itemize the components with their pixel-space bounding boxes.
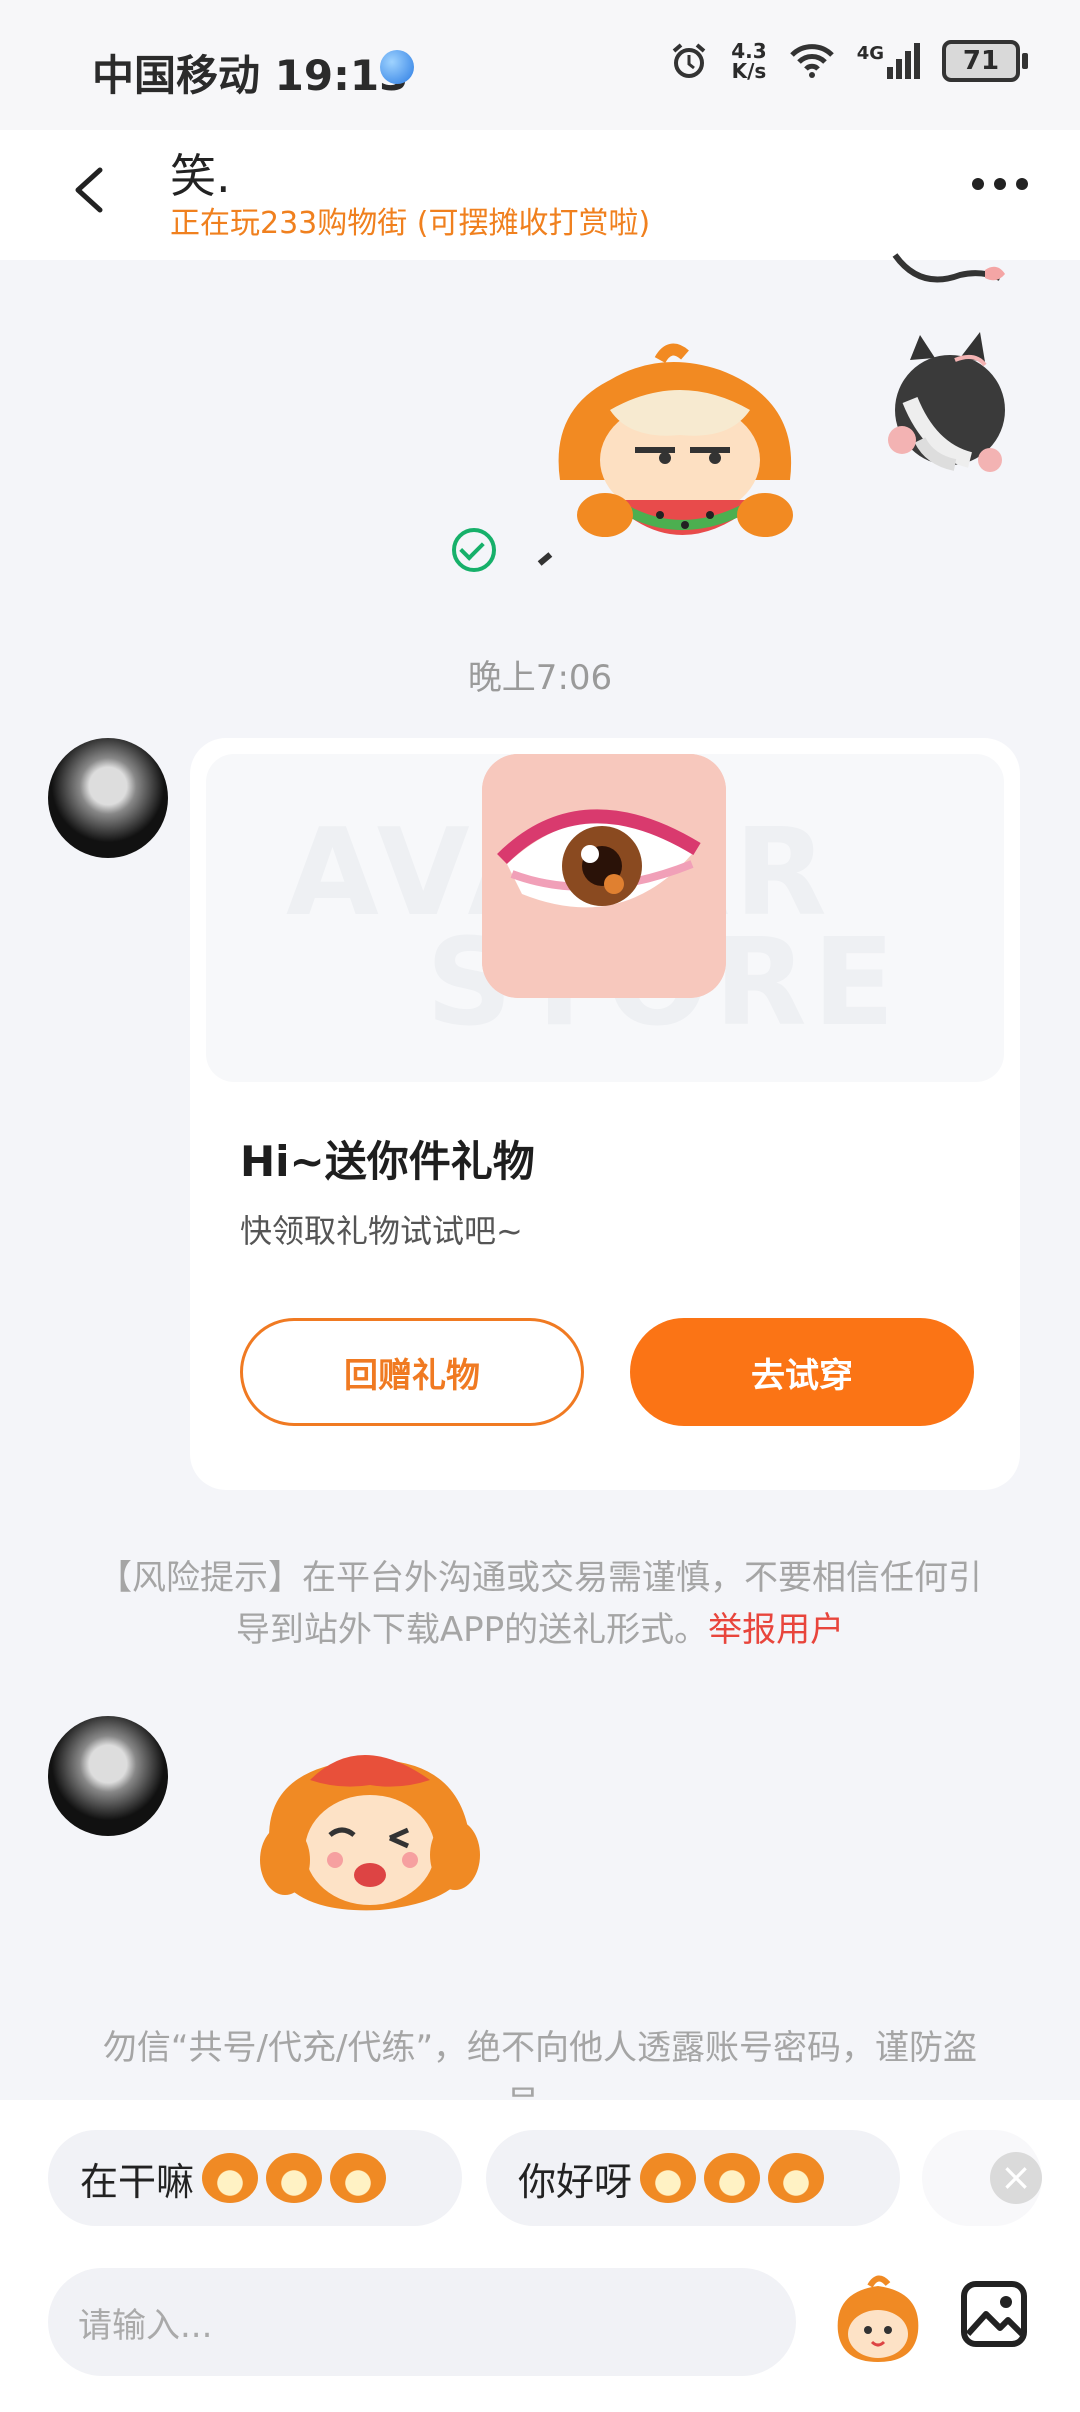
quick-reply-text: 在干嘛 xyxy=(80,2159,195,2204)
sent-status-icon xyxy=(452,528,496,572)
quick-reply-2[interactable]: 你好呀 xyxy=(486,2130,900,2226)
composer-panel: 在干嘛 你好呀 × 请输入... xyxy=(0,2100,1080,2412)
wifi-icon xyxy=(789,44,834,78)
quick-reply-text: 你好呀 xyxy=(518,2159,633,2204)
quick-reply-1[interactable]: 在干嘛 xyxy=(48,2130,462,2226)
status-icons: 4.3 K/s 4G 71 xyxy=(669,40,1028,82)
battery-indicator: 71 xyxy=(942,40,1028,82)
alarm-icon xyxy=(672,43,706,78)
surprised-emoji-icon xyxy=(640,2153,697,2203)
back-icon[interactable] xyxy=(60,160,120,220)
message-timestamp: 晚上7:06 xyxy=(467,658,613,698)
surprised-emoji-icon xyxy=(768,2153,825,2203)
gift-banner: AVATAR STORE xyxy=(206,754,1004,1082)
gift-item-image[interactable] xyxy=(482,754,726,998)
contact-avatar[interactable] xyxy=(48,1716,168,1836)
gift-card[interactable]: AVATAR STORE Hi~送你件礼物 快领取礼物试试吧~ 回赠礼物 去试穿 xyxy=(190,738,1020,1490)
contact-activity[interactable]: 正在玩233购物街 (可摆摊收打赏啦) xyxy=(170,198,650,242)
sent-sticker[interactable] xyxy=(550,340,810,560)
more-options-icon[interactable] xyxy=(972,178,1028,190)
contact-name: 笑. xyxy=(170,149,231,203)
try-on-button[interactable]: 去试穿 xyxy=(630,1318,974,1426)
received-sticker[interactable] xyxy=(250,1740,490,1920)
speed-unit: K/s xyxy=(731,59,767,83)
gift-subtitle: 快领取礼物试试吧~ xyxy=(240,1212,523,1250)
my-avatar[interactable] xyxy=(880,330,1010,480)
browser-icon xyxy=(380,50,414,84)
previous-sticker xyxy=(892,253,1005,283)
input-placeholder: 请输入... xyxy=(78,2305,213,2346)
speed-value: 4.3 xyxy=(731,39,767,63)
security-warning: 勿信“共号/代充/代练”，绝不向他人透露账号密码，谨防盗号。 xyxy=(102,2028,978,2100)
network-type: 4G xyxy=(856,43,884,64)
network-speed: 4.3 K/s xyxy=(731,41,766,81)
battery-level: 71 xyxy=(962,46,1000,76)
image-icon[interactable] xyxy=(958,2278,1030,2350)
gift-title: Hi~送你件礼物 xyxy=(240,1137,535,1186)
message-input[interactable]: 请输入... xyxy=(48,2268,796,2376)
laugh-emoji-icon xyxy=(202,2153,259,2203)
contact-avatar[interactable] xyxy=(48,738,168,858)
sticker-icon[interactable] xyxy=(830,2272,926,2368)
carrier-time: 中国移动 19:13 xyxy=(92,51,409,100)
close-quick-replies-icon[interactable]: × xyxy=(990,2152,1042,2204)
report-user-link[interactable]: 举报用户 xyxy=(708,1610,844,1650)
laugh-emoji-icon xyxy=(330,2153,387,2203)
risk-notice-text: 【风险提示】在平台外沟通或交易需谨慎，不要相信任何引导到站外下载APP的送礼形式… xyxy=(98,1558,982,1650)
surprised-emoji-icon xyxy=(704,2153,761,2203)
chat-header: 笑. 正在玩233购物街 (可摆摊收打赏啦) xyxy=(0,130,1080,260)
laugh-emoji-icon xyxy=(266,2153,323,2203)
return-gift-button[interactable]: 回赠礼物 xyxy=(240,1318,584,1426)
risk-notice: 【风险提示】在平台外沟通或交易需谨慎，不要相信任何引导到站外下载APP的送礼形式… xyxy=(90,1552,990,1656)
signal-icon: 4G xyxy=(857,43,920,79)
status-bar: 中国移动 19:13 4.3 K/s 4G 71 xyxy=(0,0,1080,130)
